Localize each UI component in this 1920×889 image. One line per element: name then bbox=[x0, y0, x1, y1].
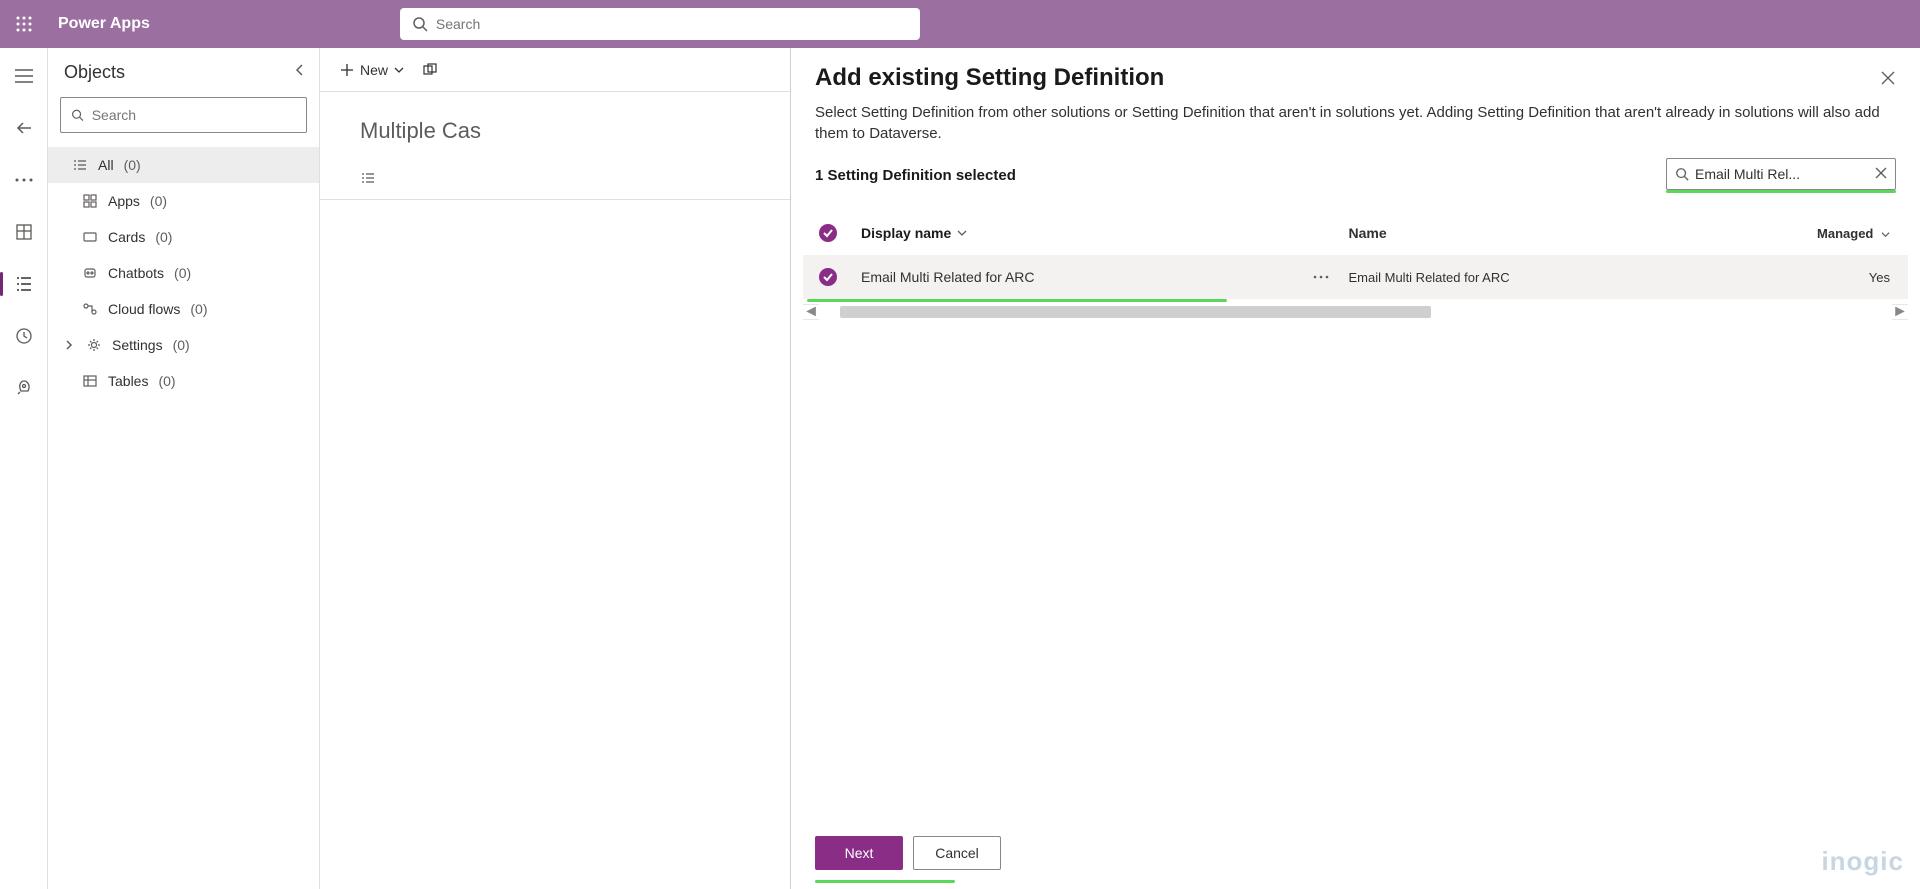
panel-description: Select Setting Definition from other sol… bbox=[791, 102, 1920, 158]
objects-pane: Objects All (0) Apps (0) Cards (0) bbox=[48, 48, 320, 889]
search-icon bbox=[71, 108, 84, 122]
add-existing-icon bbox=[422, 62, 438, 78]
tree-item-count: (0) bbox=[190, 301, 207, 317]
list-icon bbox=[72, 158, 88, 172]
new-label: New bbox=[360, 62, 388, 78]
select-all[interactable] bbox=[803, 224, 853, 242]
next-button[interactable]: Next bbox=[815, 836, 903, 870]
tree-item-label: Apps bbox=[108, 193, 140, 209]
global-search-input[interactable] bbox=[436, 16, 908, 32]
horizontal-scrollbar[interactable]: ◄ ► bbox=[803, 304, 1908, 320]
rail-objects-icon[interactable] bbox=[0, 268, 48, 300]
table-row[interactable]: Email Multi Related for ARC Email Multi … bbox=[803, 255, 1908, 299]
clear-search-icon[interactable] bbox=[1875, 166, 1887, 182]
tree-item-label: Chatbots bbox=[108, 265, 164, 281]
chatbot-icon bbox=[82, 266, 98, 280]
tree-all[interactable]: All (0) bbox=[48, 147, 319, 183]
waffle-icon[interactable] bbox=[0, 16, 48, 32]
rail-rocket-icon[interactable] bbox=[0, 372, 48, 404]
tree-tables[interactable]: Tables (0) bbox=[48, 363, 319, 399]
tree-item-label: Settings bbox=[112, 337, 163, 353]
selection-summary: 1 Setting Definition selected bbox=[815, 167, 1016, 184]
rail-back-icon[interactable] bbox=[0, 112, 48, 144]
tree-settings[interactable]: Settings (0) bbox=[48, 327, 319, 363]
cancel-button[interactable]: Cancel bbox=[913, 836, 1001, 870]
rail-menu-icon[interactable] bbox=[0, 60, 48, 92]
col-managed[interactable]: Managed bbox=[1788, 226, 1908, 241]
row-more-icon[interactable] bbox=[1301, 275, 1341, 279]
cancel-label: Cancel bbox=[935, 845, 979, 861]
row-displayname: Email Multi Related for ARC bbox=[853, 269, 1301, 285]
scroll-thumb[interactable] bbox=[840, 306, 1430, 318]
panel-title: Add existing Setting Definition bbox=[815, 64, 1164, 92]
tree-cloudflows[interactable]: Cloud flows (0) bbox=[48, 291, 319, 327]
objects-title: Objects bbox=[64, 62, 125, 83]
objects-search-input[interactable] bbox=[92, 107, 296, 123]
tree-item-count: (0) bbox=[158, 373, 175, 389]
tree-cards[interactable]: Cards (0) bbox=[48, 219, 319, 255]
list-icon bbox=[360, 170, 376, 186]
plus-icon bbox=[340, 63, 354, 77]
rail-table-icon[interactable] bbox=[0, 216, 48, 248]
gear-icon bbox=[86, 338, 102, 352]
tree-item-label: Tables bbox=[108, 373, 148, 389]
objects-tree: All (0) Apps (0) Cards (0) Chatbots (0) … bbox=[48, 145, 319, 399]
add-existing-panel: Add existing Setting Definition Select S… bbox=[790, 48, 1920, 889]
chevron-right-icon bbox=[62, 340, 76, 350]
collapse-pane-icon[interactable] bbox=[293, 63, 307, 82]
brand-label: Power Apps bbox=[48, 15, 150, 33]
panel-search-value: Email Multi Rel... bbox=[1695, 166, 1869, 182]
flow-icon bbox=[82, 302, 98, 316]
tree-chatbots[interactable]: Chatbots (0) bbox=[48, 255, 319, 291]
chevron-down-icon bbox=[394, 65, 404, 75]
watermark: inogic bbox=[1821, 846, 1904, 877]
top-header: Power Apps bbox=[0, 0, 1920, 48]
row-managed: Yes bbox=[1788, 270, 1908, 285]
highlight-underline bbox=[807, 299, 1227, 302]
tree-all-count: (0) bbox=[124, 157, 141, 173]
tree-apps[interactable]: Apps (0) bbox=[48, 183, 319, 219]
col-displayname[interactable]: Display name bbox=[853, 225, 1301, 241]
search-icon bbox=[412, 16, 428, 32]
rail-history-icon[interactable] bbox=[0, 320, 48, 352]
close-icon[interactable] bbox=[1880, 70, 1896, 91]
panel-search[interactable]: Email Multi Rel... bbox=[1666, 158, 1896, 190]
tree-item-count: (0) bbox=[155, 229, 172, 245]
chevron-down-icon bbox=[1881, 230, 1890, 239]
search-icon bbox=[1675, 167, 1689, 181]
objects-search[interactable] bbox=[60, 97, 307, 133]
results-grid: Display name Name Managed Email Multi Re… bbox=[803, 211, 1908, 320]
highlight-underline bbox=[815, 880, 955, 883]
tree-all-label: All bbox=[98, 157, 114, 173]
apps-icon bbox=[82, 194, 98, 208]
col-name-label: Name bbox=[1349, 225, 1387, 241]
col-displayname-label: Display name bbox=[861, 225, 951, 241]
panel-footer: Next Cancel bbox=[791, 824, 1920, 889]
highlight-underline bbox=[1666, 190, 1896, 193]
row-name: Email Multi Related for ARC bbox=[1341, 270, 1789, 285]
tree-item-count: (0) bbox=[150, 193, 167, 209]
tree-item-label: Cards bbox=[108, 229, 145, 245]
chevron-down-icon bbox=[957, 228, 967, 238]
rail-more-icon[interactable] bbox=[0, 164, 48, 196]
tree-item-label: Cloud flows bbox=[108, 301, 180, 317]
new-command[interactable]: New bbox=[340, 62, 404, 78]
col-name[interactable]: Name bbox=[1341, 225, 1789, 241]
tree-item-count: (0) bbox=[174, 265, 191, 281]
left-rail bbox=[0, 48, 48, 889]
scroll-left-icon[interactable]: ◄ bbox=[803, 303, 819, 321]
col-managed-label: Managed bbox=[1817, 226, 1873, 241]
add-existing-command[interactable] bbox=[422, 62, 438, 78]
cards-icon bbox=[82, 230, 98, 244]
grid-header: Display name Name Managed bbox=[803, 211, 1908, 255]
table-icon bbox=[82, 374, 98, 388]
main-area: New Multiple Cas Add existing Setting De… bbox=[320, 48, 1920, 889]
row-checkbox[interactable] bbox=[803, 268, 853, 286]
tree-item-count: (0) bbox=[173, 337, 190, 353]
next-label: Next bbox=[845, 845, 874, 861]
global-search[interactable] bbox=[400, 8, 920, 40]
scroll-right-icon[interactable]: ► bbox=[1892, 303, 1908, 321]
